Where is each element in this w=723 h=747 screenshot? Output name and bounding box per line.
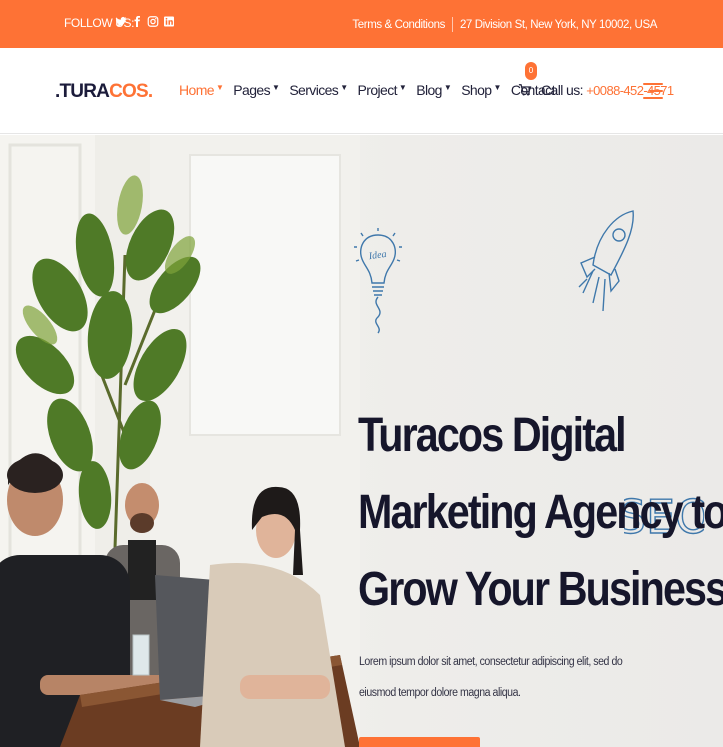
nav-item-services[interactable]: Services ▼ xyxy=(289,82,348,98)
hero-title-line: Turacos Digital xyxy=(358,409,627,462)
nav-item-blog[interactable]: Blog ▼ xyxy=(416,82,452,98)
caret-down-icon: ▼ xyxy=(271,83,280,92)
nav-item-shop[interactable]: Shop ▼ xyxy=(461,82,501,98)
idea-lightbulb-icon: Idea xyxy=(354,228,402,334)
main-nav: Home ▼ Pages ▼ Services ▼ Project ▼ Blog ▼ Sh… xyxy=(179,82,555,98)
nav-item-pages[interactable]: Pages ▼ xyxy=(233,82,280,98)
caret-down-icon: ▼ xyxy=(340,83,348,92)
hero-description: Lorem ipsum dolor sit amet, consectetur … xyxy=(359,656,623,699)
top-info: Terms & Conditions 27 Division St, New Y… xyxy=(352,17,657,32)
site-logo[interactable]: .TURACOS. xyxy=(55,81,153,103)
top-bar: FOLLOW US: Terms & Conditions 27 Divisio… xyxy=(0,0,723,48)
terms-link[interactable]: Terms & Conditions xyxy=(352,19,445,31)
nav-label: Project xyxy=(357,82,398,98)
nav-label: Services xyxy=(289,82,339,98)
hero-office-photo xyxy=(0,135,360,747)
nav-label: Blog xyxy=(416,82,442,98)
nav-label: Shop xyxy=(461,82,492,98)
cart-count-badge: 0 xyxy=(525,62,537,80)
nav-label: Pages xyxy=(233,82,270,98)
instagram-icon[interactable] xyxy=(147,14,159,29)
social-links xyxy=(115,14,175,29)
nav-label: Home xyxy=(179,82,215,98)
logo-prefix: .TURA xyxy=(55,81,110,102)
hero-cta-button[interactable] xyxy=(359,737,480,747)
divider xyxy=(451,17,453,32)
caret-down-icon: ▼ xyxy=(215,83,224,92)
nav-item-home[interactable]: Home ▼ xyxy=(179,82,224,98)
hero-title-line: Marketing Agency to xyxy=(358,486,723,539)
hero-title: Turacos Digital Marketing Agency to Grow… xyxy=(358,397,723,628)
hero-title-line: Grow Your Business xyxy=(358,563,723,616)
caret-down-icon: ▼ xyxy=(493,83,501,92)
address-text: 27 Division St, New York, NY 10002, USA xyxy=(459,18,657,31)
caret-down-icon: ▼ xyxy=(443,83,452,92)
logo-suffix: COS. xyxy=(109,81,153,102)
caret-down-icon: ▼ xyxy=(398,83,407,92)
idea-label: Idea xyxy=(367,249,387,263)
main-header: .TURACOS. Home ▼ Pages ▼ Services ▼ Project… xyxy=(0,48,723,134)
nav-item-project[interactable]: Project ▼ xyxy=(358,82,407,98)
call-label: Call us: xyxy=(541,82,583,98)
twitter-icon[interactable] xyxy=(115,14,127,29)
rocket-icon xyxy=(578,210,634,312)
linkedin-icon[interactable] xyxy=(163,14,175,29)
cart-icon[interactable] xyxy=(518,82,532,98)
facebook-icon[interactable] xyxy=(131,14,143,29)
hamburger-menu-icon[interactable] xyxy=(643,83,663,99)
hero-section: Idea SEO Turacos Digital Marketing Agenc… xyxy=(0,135,723,747)
